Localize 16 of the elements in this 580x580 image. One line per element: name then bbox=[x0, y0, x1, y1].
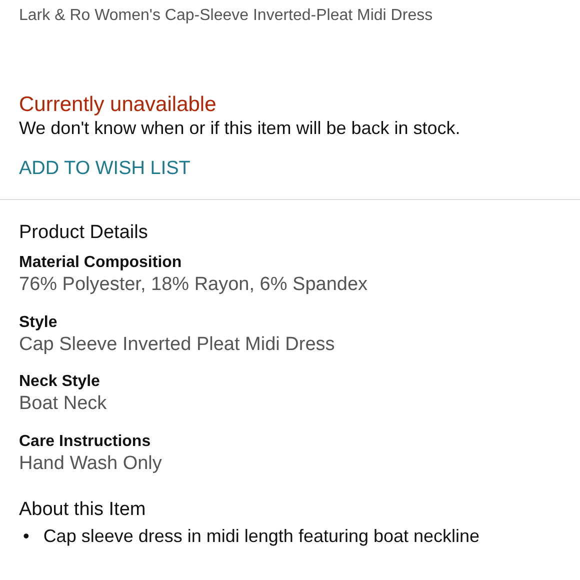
detail-label: Neck Style bbox=[19, 372, 101, 392]
add-to-wish-list-link[interactable]: ADD TO WISH LIST bbox=[19, 154, 190, 184]
detail-label: Style bbox=[19, 312, 58, 333]
detail-value: Hand Wash Only bbox=[19, 452, 163, 476]
availability-message: We don't know when or if this item will be back in stock. bbox=[19, 117, 462, 140]
availability-status: Currently unavailable bbox=[19, 92, 218, 118]
detail-label: Material Composition bbox=[19, 252, 183, 273]
bullet-text: Cap sleeve dress in midi length featuring boat neckline bbox=[43, 525, 480, 548]
detail-value: Boat Neck bbox=[19, 392, 108, 416]
detail-value: Cap Sleeve Inverted Pleat Midi Dress bbox=[19, 332, 336, 357]
detail-value: 76% Polyester, 18% Rayon, 6% Spandex bbox=[19, 272, 369, 297]
section-heading: Product Details bbox=[19, 222, 149, 245]
section-heading: About this Item bbox=[19, 498, 147, 522]
product-title: Lark & Ro Women's Cap-Sleeve Inverted-Pleat Midi Dress bbox=[19, 6, 434, 26]
detail-label: Care Instructions bbox=[19, 432, 152, 452]
bullet-marker: • bbox=[23, 525, 30, 548]
